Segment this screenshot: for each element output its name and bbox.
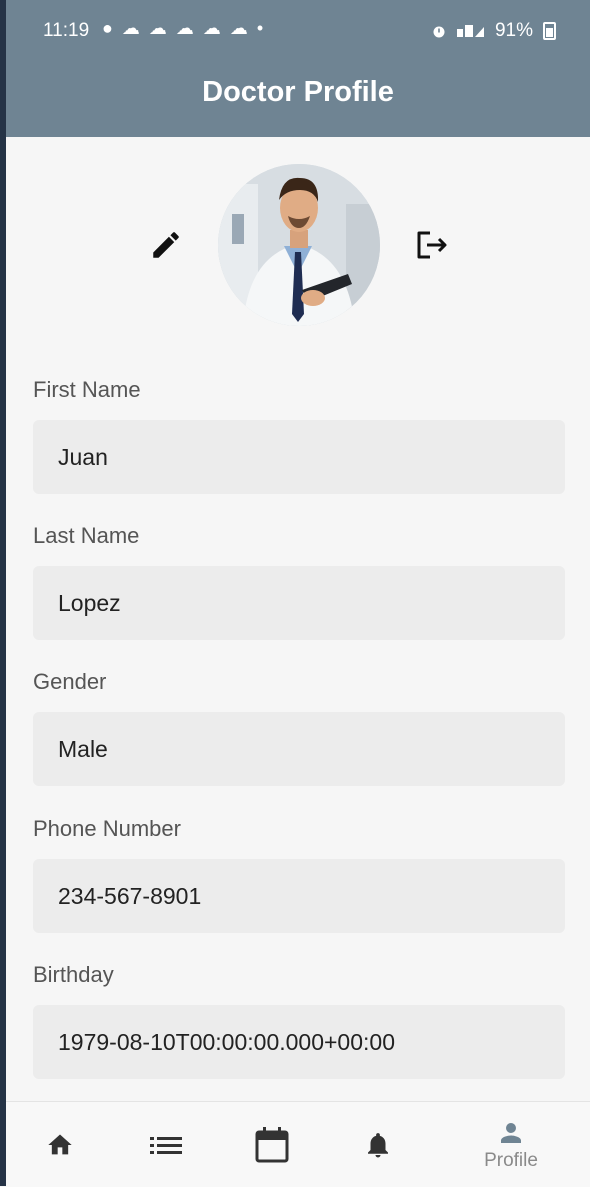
gender-label: Gender <box>33 669 107 694</box>
nav-calendar[interactable] <box>250 1102 294 1187</box>
last-name-label: Last Name <box>33 523 140 548</box>
page-title: Doctor Profile <box>202 76 394 108</box>
nav-notifications[interactable] <box>356 1102 400 1187</box>
battery-percent: 91% <box>494 20 533 41</box>
logout-icon <box>417 231 447 259</box>
notification-icons: ● ☁ ☁ ☁ ☁ ☁ • <box>102 18 266 38</box>
bell-icon <box>368 1132 388 1157</box>
status-right: 91% <box>431 20 556 42</box>
gender-input[interactable]: Male <box>33 712 565 786</box>
nav-profile-label: Profile <box>484 1149 538 1171</box>
person-icon <box>501 1122 521 1143</box>
alarm-icon <box>433 26 445 38</box>
list-icon <box>150 1136 182 1154</box>
phone-number-label: Phone Number <box>33 816 181 841</box>
app-bar: 11:19 ● ☁ ☁ ☁ ☁ ☁ • 91% Doctor Profile <box>6 0 590 137</box>
profile-content: First Name Juan Last Name Lopez Gender M… <box>6 137 590 1101</box>
edit-profile-button[interactable] <box>146 225 186 265</box>
nav-profile[interactable]: Profile <box>472 1102 550 1187</box>
home-icon <box>48 1134 72 1154</box>
status-bar: 11:19 ● ☁ ☁ ☁ ☁ ☁ • 91% <box>6 14 590 50</box>
bottom-nav: Profile <box>6 1101 590 1187</box>
nav-home[interactable] <box>38 1102 82 1187</box>
logout-button[interactable] <box>410 225 454 265</box>
avatar <box>218 164 380 326</box>
gender-field: Gender Male <box>33 669 565 786</box>
last-name-input[interactable]: Lopez <box>33 566 565 640</box>
first-name-input[interactable]: Juan <box>33 420 565 494</box>
signal-icon <box>456 25 484 37</box>
phone-number-field: Phone Number 234-567-8901 <box>33 816 565 933</box>
first-name-label: First Name <box>33 377 141 402</box>
calendar-icon <box>255 1126 289 1162</box>
phone-number-input[interactable]: 234-567-8901 <box>33 859 565 933</box>
last-name-field: Last Name Lopez <box>33 523 565 640</box>
birthday-field: Birthday 1979-08-10T00:00:00.000+00:00 <box>33 962 565 1079</box>
first-name-field: First Name Juan <box>33 377 565 494</box>
doctor-photo <box>218 164 380 326</box>
battery-icon <box>543 22 556 40</box>
nav-list[interactable] <box>144 1102 188 1187</box>
pencil-icon <box>153 232 179 258</box>
birthday-input[interactable]: 1979-08-10T00:00:00.000+00:00 <box>33 1005 565 1079</box>
birthday-label: Birthday <box>33 962 114 987</box>
status-time: 11:19 <box>43 20 90 41</box>
